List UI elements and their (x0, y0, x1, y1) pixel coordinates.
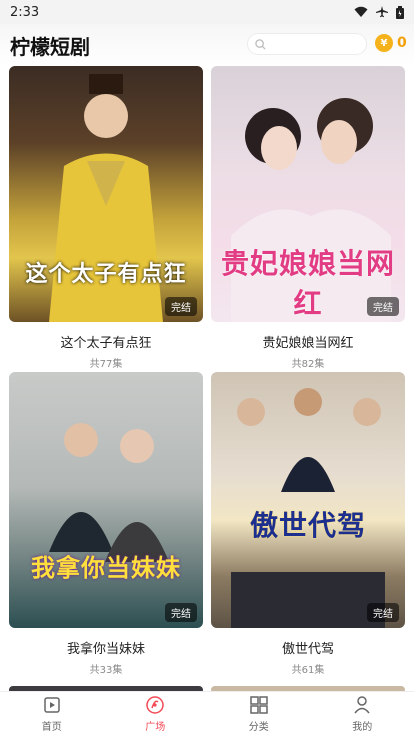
airplane-icon (376, 6, 388, 18)
status-badge: 完结 (367, 297, 399, 316)
coin-count: 0 (397, 35, 407, 51)
home-icon (44, 697, 60, 713)
drama-grid: 这个太子有点狂 完结 这个太子有点狂 共77集 贵妃娘娘当网红 完结 贵妃娘娘当… (0, 66, 414, 692)
episode-count: 共61集 (291, 665, 325, 676)
status-icons (354, 5, 404, 19)
drama-poster[interactable]: 傲世代驾 完结 (211, 372, 405, 628)
drama-title: 我拿你当妹妹 (66, 642, 145, 657)
drama-title: 贵妃娘娘当网红 (262, 336, 354, 351)
nav-label: 我的 (352, 722, 373, 733)
nav-home[interactable]: 首页 (0, 692, 104, 736)
nav-profile[interactable]: 我的 (311, 692, 414, 736)
drama-title: 傲世代驾 (281, 642, 334, 657)
status-bar: 2:33 (0, 0, 414, 24)
wifi-icon (354, 6, 368, 17)
drama-card[interactable]: 我拿你当妹妹 完结 我拿你当妹妹 共33集 (9, 372, 203, 676)
user-icon (354, 696, 370, 714)
nav-label: 广场 (145, 722, 166, 733)
coin-balance[interactable]: ¥ 0 (375, 34, 407, 52)
drama-poster[interactable]: 贵妃娘娘当网红 完结 (211, 66, 405, 322)
square-icon (146, 696, 164, 714)
poster-figure (49, 423, 169, 562)
nav-category[interactable]: 分类 (207, 692, 311, 736)
battery-icon (396, 5, 404, 19)
drama-card[interactable]: 这个太子有点狂 完结 这个太子有点狂 共77集 (9, 66, 203, 370)
episode-count: 共77集 (89, 359, 123, 370)
episode-count: 共33集 (89, 665, 123, 676)
episode-count: 共82集 (291, 359, 325, 370)
poster-title-text: 傲世代驾 (249, 509, 366, 542)
bottom-nav: 首页 广场 分类 我的 (0, 691, 414, 736)
grid-icon (250, 696, 268, 714)
drama-poster[interactable]: 这个太子有点狂 完结 (9, 66, 203, 322)
drama-poster[interactable]: 我拿你当妹妹 完结 (9, 372, 203, 628)
header: 柠檬短剧 ¥ 0 (0, 24, 414, 66)
nav-square[interactable]: 广场 (104, 692, 208, 736)
status-badge: 完结 (165, 603, 197, 622)
nav-label: 分类 (248, 722, 269, 733)
nav-label: 首页 (41, 722, 62, 733)
status-time: 2:33 (10, 4, 40, 20)
poster-title-text: 这个太子有点狂 (25, 262, 187, 287)
status-badge: 完结 (367, 603, 399, 622)
search-icon (255, 38, 266, 50)
search-input[interactable] (247, 33, 367, 55)
coin-icon: ¥ (375, 34, 393, 52)
app-title: 柠檬短剧 (10, 34, 90, 59)
poster-figure (231, 388, 385, 628)
drama-card[interactable]: 贵妃娘娘当网红 完结 贵妃娘娘当网红 共82集 (211, 66, 405, 370)
poster-title-text: 我拿你当妹妹 (31, 554, 181, 582)
drama-title: 这个太子有点狂 (60, 336, 152, 351)
drama-card[interactable]: 傲世代驾 完结 傲世代驾 共61集 (211, 372, 405, 676)
status-badge: 完结 (165, 297, 197, 316)
